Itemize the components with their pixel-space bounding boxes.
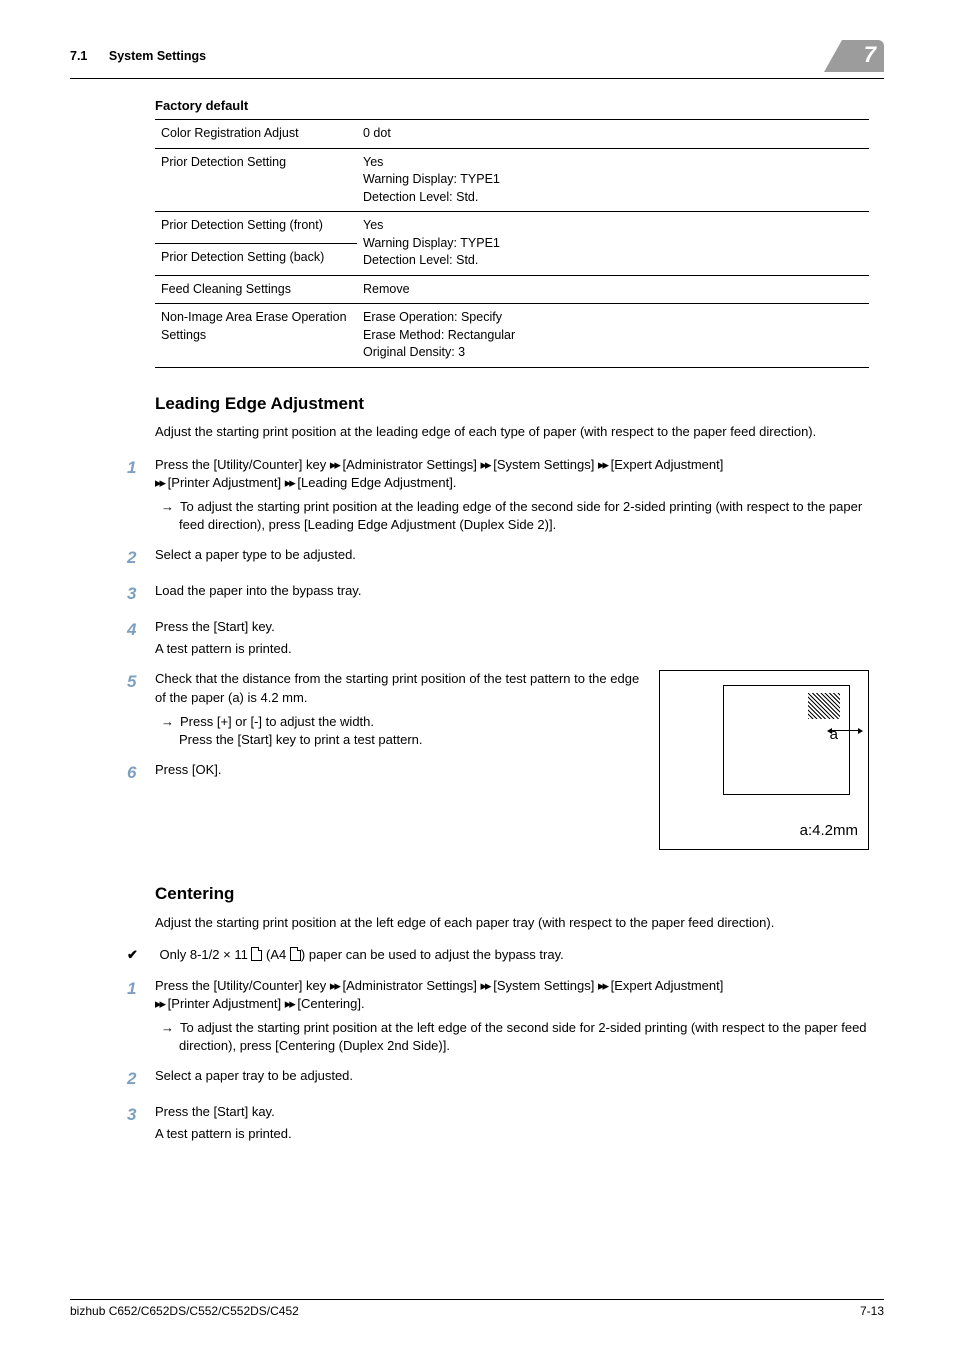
nav-arrows-icon: ▸▸ [155,996,164,1011]
step-text: Press the [Start] kay. [155,1104,275,1119]
intro-leading-edge: Adjust the starting print position at th… [155,423,869,441]
step-text: Press the [Start] key. [155,619,275,634]
step-text: Press the [Utility/Counter] key [155,457,330,472]
table-row: Prior Detection Setting Yes Warning Disp… [155,148,869,212]
step-substep: Press [+] or [-] to adjust the width. Pr… [155,713,645,749]
table-cell: Prior Detection Setting (front) [155,212,357,244]
step-text: [Expert Adjustment] [607,457,723,472]
step-text: [Leading Edge Adjustment]. [294,475,457,490]
settings-table: Color Registration Adjust 0 dot Prior De… [155,119,869,368]
step-1: 1 Press the [Utility/Counter] key ▸▸ [Ad… [127,456,869,535]
heading-leading-edge: Leading Edge Adjustment [155,392,869,416]
step-number: 2 [127,1067,155,1091]
table-cell: Non-Image Area Erase Operation Settings [155,304,357,368]
step-3: 3 Press the [Start] kay. A test pattern … [127,1103,869,1143]
footer-model: bizhub C652/C652DS/C552/C552DS/C452 [70,1304,299,1318]
step-substep: To adjust the starting print position at… [155,1019,869,1055]
step-body: Press the [Start] kay. A test pattern is… [155,1103,869,1143]
chapter-tab: 7 [842,40,884,72]
step-result: A test pattern is printed. [155,1125,869,1143]
step-text: [Expert Adjustment] [607,978,723,993]
step-text: [Administrator Settings] [339,978,481,993]
step-number: 3 [127,1103,155,1127]
step-number: 6 [127,761,155,785]
heading-centering: Centering [155,882,869,906]
step-text: [Printer Adjustment] [164,475,285,490]
step-result: A test pattern is printed. [155,640,869,658]
table-title: Factory default [155,97,869,115]
table-cell: Erase Operation: Specify Erase Method: R… [357,304,869,368]
portrait-page-icon [251,947,262,961]
diagram-test-pattern-icon [808,693,840,719]
table-row: Prior Detection Setting (front) Yes Warn… [155,212,869,244]
section-title: System Settings [109,49,206,63]
step-number: 3 [127,582,155,606]
table-cell: Yes Warning Display: TYPE1 Detection Lev… [357,212,869,276]
step-4: 4 Press the [Start] key. A test pattern … [127,618,869,658]
step-substep: To adjust the starting print position at… [155,498,869,534]
step-body: Press the [Utility/Counter] key ▸▸ [Admi… [155,456,869,535]
chapter-number: 7 [864,42,876,68]
note-text: Only 8-1/2 × 11 [160,947,252,962]
step-body: Press [OK]. [155,761,645,779]
nav-arrows-icon: ▸▸ [330,457,339,472]
header-breadcrumb: 7.1 System Settings [70,49,206,63]
table-row: Non-Image Area Erase Operation Settings … [155,304,869,368]
nav-arrows-icon: ▸▸ [598,457,607,472]
page-footer: bizhub C652/C652DS/C552/C552DS/C452 7-13 [70,1299,884,1318]
note-line: Only 8-1/2 × 11 (A4 ) paper can be used … [127,946,869,964]
portrait-page-icon [290,947,301,961]
step-body: Select a paper tray to be adjusted. [155,1067,869,1085]
step-2: 2 Select a paper type to be adjusted. [127,546,869,570]
nav-arrows-icon: ▸▸ [330,978,339,993]
step-body: Check that the distance from the startin… [155,670,645,749]
step-text: Check that the distance from the startin… [155,671,639,704]
nav-arrows-icon: ▸▸ [481,457,490,472]
step-number: 1 [127,977,155,1001]
step-3: 3 Load the paper into the bypass tray. [127,582,869,606]
step-number: 5 [127,670,155,694]
table-row: Color Registration Adjust 0 dot [155,120,869,149]
nav-arrows-icon: ▸▸ [481,978,490,993]
step-number: 2 [127,546,155,570]
step-body: Load the paper into the bypass tray. [155,582,869,600]
step-body: Select a paper type to be adjusted. [155,546,869,564]
intro-centering: Adjust the starting print position at th… [155,914,869,932]
table-cell: Prior Detection Setting [155,148,357,212]
step-text: [Printer Adjustment] [164,996,285,1011]
step-body: Press the [Start] key. A test pattern is… [155,618,869,658]
section-number: 7.1 [70,49,87,63]
step-body: Press the [Utility/Counter] key ▸▸ [Admi… [155,977,869,1056]
diagram-leading-edge: a a:4.2mm [659,670,869,850]
step-text: Press the [Utility/Counter] key [155,978,330,993]
nav-arrows-icon: ▸▸ [598,978,607,993]
nav-arrows-icon: ▸▸ [155,475,164,490]
table-row: Feed Cleaning Settings Remove [155,275,869,304]
header-rule [70,78,884,79]
step-text: [Centering]. [294,996,365,1011]
step-1: 1 Press the [Utility/Counter] key ▸▸ [Ad… [127,977,869,1056]
diagram-dimension-arrow-icon [830,730,860,731]
nav-arrows-icon: ▸▸ [285,996,294,1011]
step-text: [Administrator Settings] [339,457,481,472]
step-text: [System Settings] [490,457,598,472]
table-cell: Yes Warning Display: TYPE1 Detection Lev… [357,148,869,212]
table-cell: Feed Cleaning Settings [155,275,357,304]
step-5: 5 Check that the distance from the start… [127,670,645,749]
footer-page-number: 7-13 [860,1304,884,1318]
step-text: [System Settings] [490,978,598,993]
diagram-caption: a:4.2mm [800,820,858,841]
note-text: ) paper can be used to adjust the bypass… [301,947,564,962]
table-cell: 0 dot [357,120,869,149]
nav-arrows-icon: ▸▸ [285,475,294,490]
step-number: 4 [127,618,155,642]
table-cell: Prior Detection Setting (back) [155,243,357,275]
table-cell: Color Registration Adjust [155,120,357,149]
step-6: 6 Press [OK]. [127,761,645,785]
step-number: 1 [127,456,155,480]
table-cell: Remove [357,275,869,304]
note-text: (A4 [262,947,289,962]
step-2: 2 Select a paper tray to be adjusted. [127,1067,869,1091]
